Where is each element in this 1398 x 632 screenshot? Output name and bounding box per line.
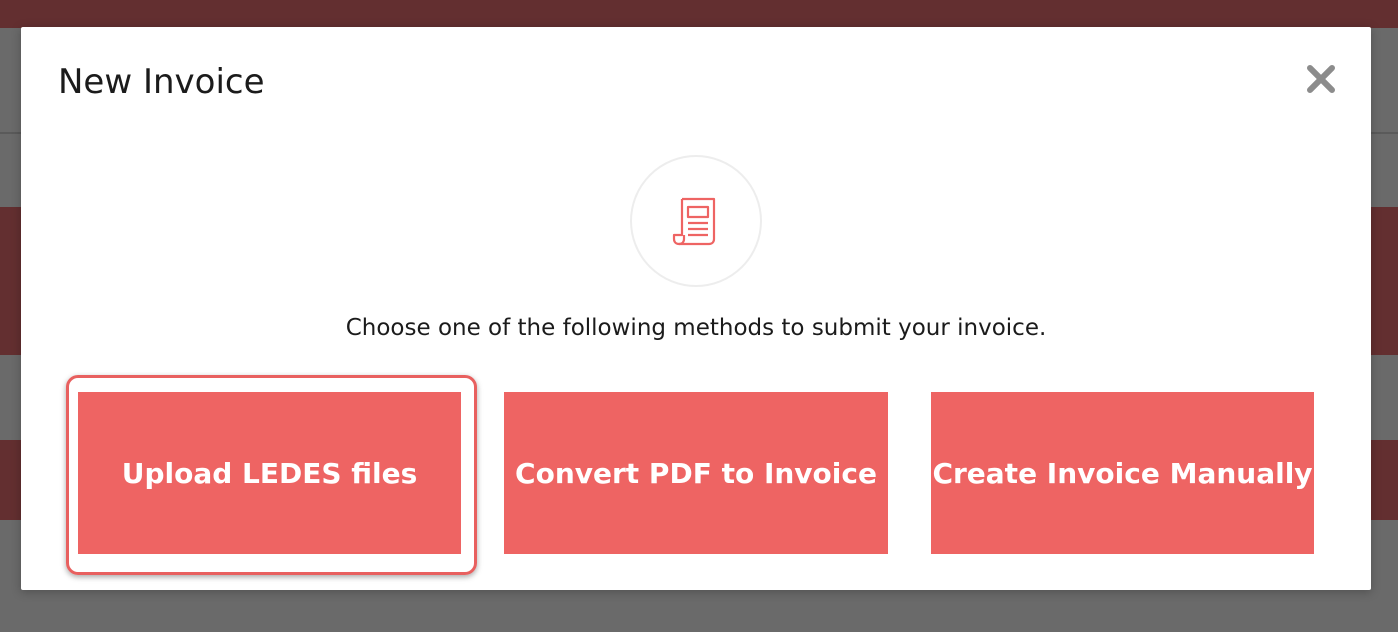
instructions-text: Choose one of the following methods to s…: [345, 315, 1047, 341]
close-icon: [1307, 65, 1335, 93]
new-invoice-dialog: New Invoice Choose one of the following …: [21, 27, 1371, 590]
convert-pdf-button[interactable]: Convert PDF to Invoice: [504, 392, 888, 554]
invoice-document-icon: [672, 197, 716, 246]
close-button[interactable]: [1303, 61, 1339, 97]
dialog-title: New Invoice: [58, 62, 265, 102]
upload-ledes-button[interactable]: Upload LEDES files: [78, 392, 461, 554]
hero-icon-circle: [630, 155, 762, 287]
create-manually-button[interactable]: Create Invoice Manually: [931, 392, 1314, 554]
background-header-band: [0, 0, 1398, 28]
